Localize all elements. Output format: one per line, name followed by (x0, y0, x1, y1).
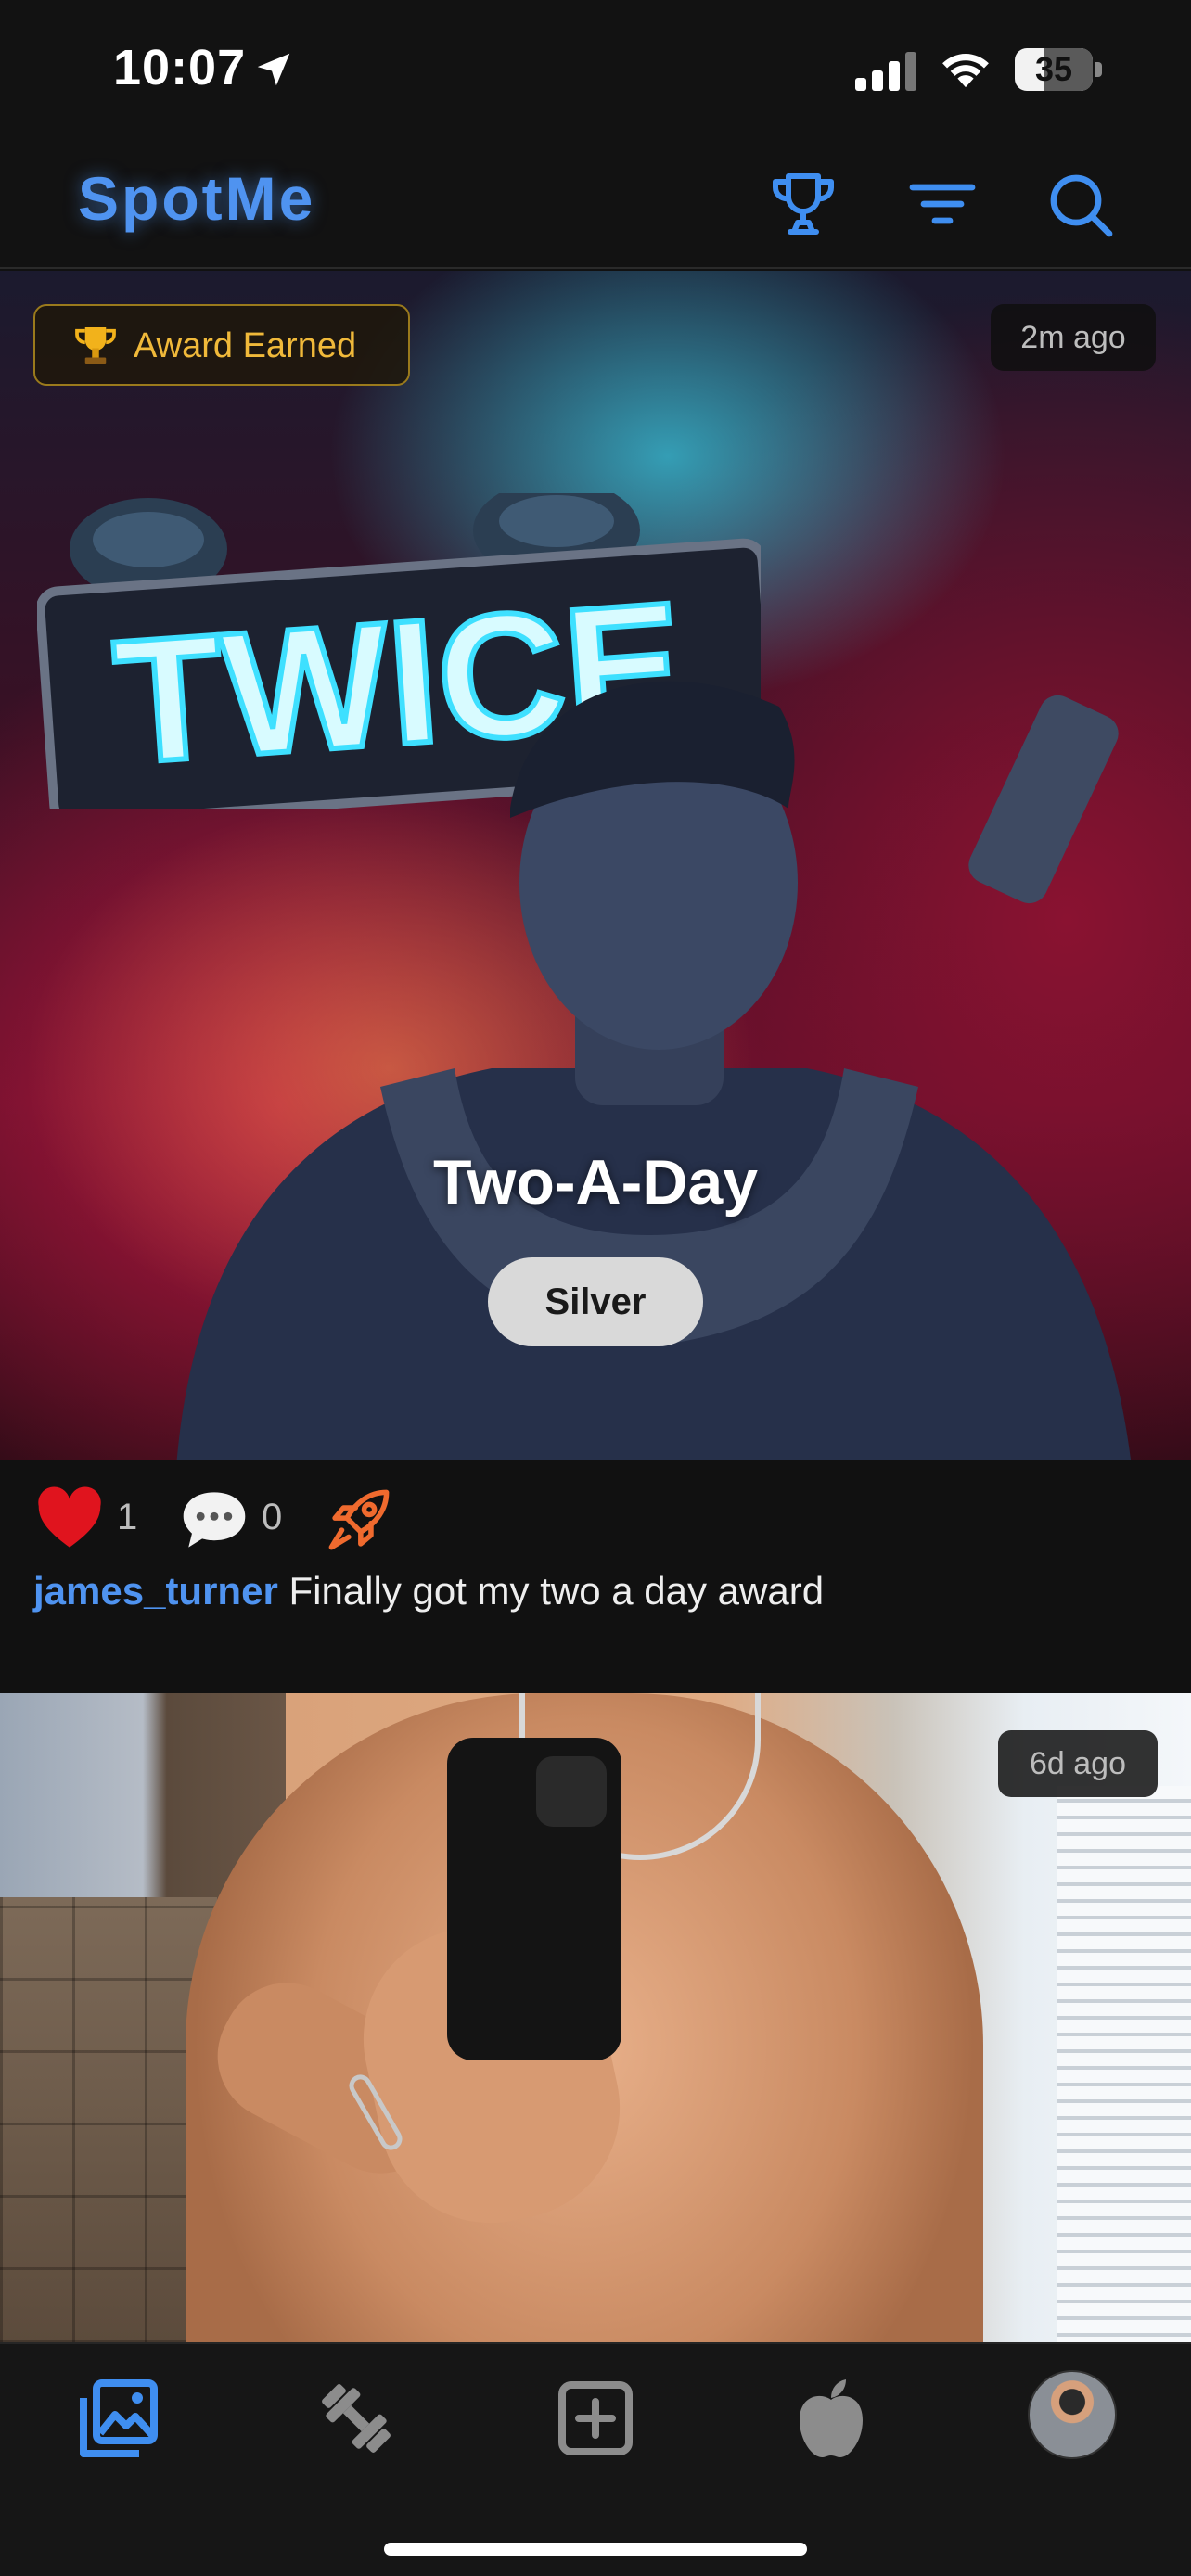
window-blinds (1057, 1786, 1191, 2342)
filter-icon[interactable] (905, 167, 980, 241)
award-level-badge: Silver (488, 1257, 703, 1346)
home-indicator (384, 2543, 807, 2556)
award-title: Two-A-Day (432, 1147, 759, 1218)
heart-icon[interactable] (35, 1486, 104, 1554)
battery-level: 35 (1034, 50, 1073, 88)
wifi-icon (942, 54, 989, 88)
award-earned-label: Award Earned (134, 326, 357, 365)
status-time: 10:07 (113, 40, 247, 96)
caption-text: Finally got my two a day award (288, 1569, 825, 1613)
like-count: 1 (117, 1497, 138, 1537)
location-arrow-icon (257, 53, 290, 86)
nutrition-icon[interactable] (787, 2374, 876, 2463)
post-timestamp: 6d ago (998, 1730, 1158, 1797)
cellular-signal-icon (855, 52, 916, 91)
app-logo: SpotMe (78, 164, 316, 233)
trophy-icon[interactable] (766, 167, 840, 241)
post-timestamp: 2m ago (991, 304, 1156, 371)
status-bar: 10:07 35 (0, 0, 1191, 139)
battery-indicator: 35 (1015, 48, 1102, 91)
add-post-icon[interactable] (551, 2374, 640, 2463)
comment-icon[interactable] (180, 1486, 249, 1554)
award-earned-badge: Award Earned (33, 304, 410, 386)
post-caption: james_turner Finally got my two a day aw… (33, 1569, 824, 1613)
tab-bar (0, 2342, 1191, 2576)
profile-avatar[interactable] (1028, 2370, 1117, 2459)
gold-trophy-icon (75, 327, 116, 364)
post-username[interactable]: james_turner (33, 1569, 278, 1613)
post-actions: 1 0 james_turner Finally got my two a da… (0, 1460, 1191, 1693)
comment-count: 0 (262, 1497, 283, 1537)
post-image-selfie[interactable]: 6d ago (0, 1693, 1191, 2342)
search-icon[interactable] (1043, 167, 1117, 241)
gallery-icon[interactable] (74, 2374, 163, 2463)
app-header: SpotMe (0, 139, 1191, 269)
post-image-award[interactable]: TWICE Award Earned 2m ago Two-A-Day Silv… (0, 271, 1191, 1460)
rocket-icon[interactable] (325, 1486, 393, 1554)
smartphone (447, 1738, 621, 2060)
dumbbell-icon[interactable] (312, 2374, 401, 2463)
